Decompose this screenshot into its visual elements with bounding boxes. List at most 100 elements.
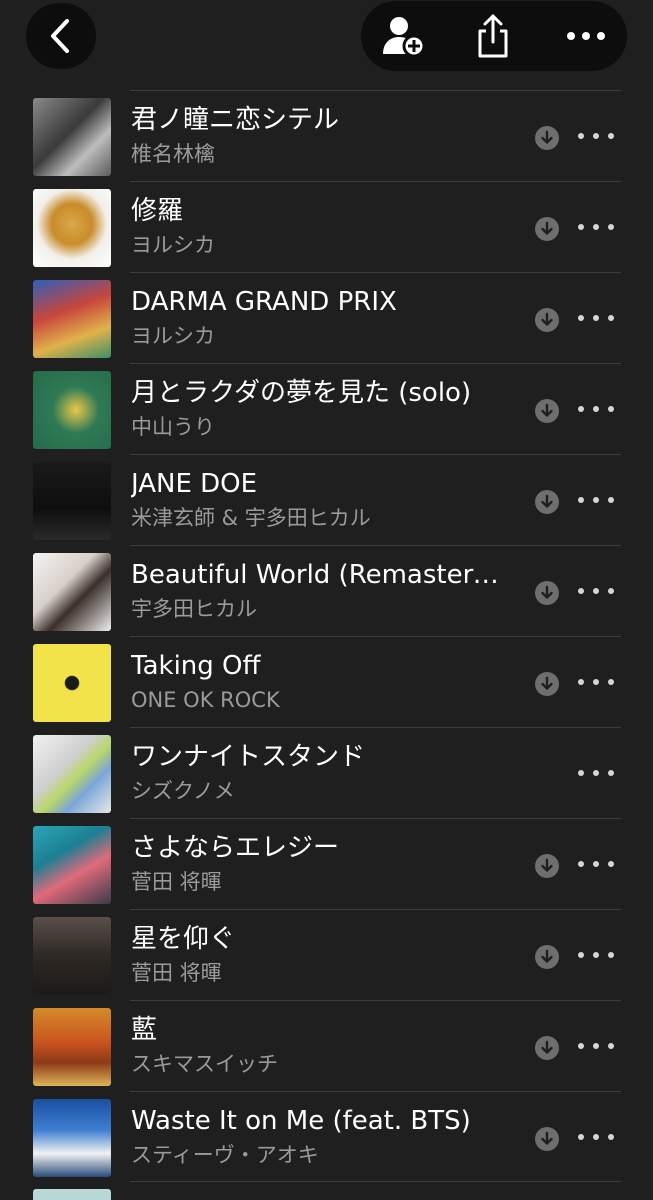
row-separator xyxy=(130,727,621,728)
song-list: 君ノ瞳ニ恋シテル 椎名林檎 修羅 ヨルシカ DARMA GRAND PRIX ヨ… xyxy=(0,90,653,1182)
album-art xyxy=(33,280,111,358)
row-more-button[interactable] xyxy=(578,943,614,967)
song-title: ワンナイトスタンド xyxy=(131,742,366,772)
song-artist: ヨルシカ xyxy=(131,324,215,348)
song-row[interactable]: ワンナイトスタンド シズクノメ xyxy=(0,727,653,818)
chevron-left-icon xyxy=(51,19,69,53)
row-more-button[interactable] xyxy=(578,397,614,421)
ellipsis-icon xyxy=(578,1043,584,1049)
song-row[interactable]: Beautiful World (Remastere... 宇多田ヒカル xyxy=(0,545,653,636)
album-art xyxy=(33,735,111,813)
ellipsis-icon xyxy=(608,952,614,958)
more-options-button[interactable] xyxy=(551,1,621,71)
download-button[interactable] xyxy=(535,217,559,241)
row-more-button[interactable] xyxy=(578,761,614,785)
download-icon xyxy=(535,308,559,332)
row-more-button[interactable] xyxy=(578,124,614,148)
song-row[interactable]: 修羅 ヨルシカ xyxy=(0,181,653,272)
ellipsis-icon xyxy=(593,588,599,594)
download-button[interactable] xyxy=(535,945,559,969)
song-artist: スキマスイッチ xyxy=(131,1052,278,1076)
song-row[interactable]: 君ノ瞳ニ恋シテル 椎名林檎 xyxy=(0,90,653,181)
album-art-thumbnail[interactable] xyxy=(33,1189,111,1200)
download-button[interactable] xyxy=(535,308,559,332)
person-add-icon xyxy=(383,17,426,58)
row-more-button[interactable] xyxy=(578,306,614,330)
row-more-button[interactable] xyxy=(578,1034,614,1058)
download-button[interactable] xyxy=(535,126,559,150)
ellipsis-icon xyxy=(578,133,584,139)
back-button[interactable] xyxy=(26,3,96,69)
ellipsis-icon xyxy=(608,315,614,321)
download-button[interactable] xyxy=(535,1036,559,1060)
ellipsis-icon xyxy=(578,224,584,230)
album-art xyxy=(33,462,111,540)
row-more-button[interactable] xyxy=(578,1125,614,1149)
song-artist: ヨルシカ xyxy=(131,233,215,257)
song-title: 藍 xyxy=(131,1015,158,1045)
download-icon xyxy=(535,854,559,878)
ellipsis-icon xyxy=(593,770,599,776)
download-button[interactable] xyxy=(535,854,559,878)
ellipsis-icon xyxy=(608,224,614,230)
row-separator xyxy=(130,909,621,910)
share-button[interactable] xyxy=(458,1,528,71)
song-row[interactable]: DARMA GRAND PRIX ヨルシカ xyxy=(0,272,653,363)
row-more-button[interactable] xyxy=(578,852,614,876)
song-artist: 菅田 将暉 xyxy=(131,961,222,985)
download-icon xyxy=(535,490,559,514)
add-friend-button[interactable] xyxy=(369,1,439,71)
ellipsis-icon xyxy=(578,315,584,321)
download-button[interactable] xyxy=(535,399,559,423)
album-art xyxy=(33,98,111,176)
ellipsis-icon xyxy=(593,133,599,139)
song-row[interactable]: 月とラクダの夢を見た (solo) 中山うり xyxy=(0,363,653,454)
song-row[interactable]: 星を仰ぐ 菅田 将暉 xyxy=(0,909,653,1000)
ellipsis-icon xyxy=(608,588,614,594)
album-art xyxy=(33,826,111,904)
ellipsis-icon xyxy=(608,1134,614,1140)
row-more-button[interactable] xyxy=(578,488,614,512)
album-art xyxy=(33,1099,111,1177)
song-row[interactable]: 藍 スキマスイッチ xyxy=(0,1000,653,1091)
row-separator xyxy=(130,636,621,637)
ellipsis-icon xyxy=(608,861,614,867)
download-button[interactable] xyxy=(535,490,559,514)
song-title: さよならエレジー xyxy=(131,833,340,863)
song-row[interactable]: Taking Off ONE OK ROCK xyxy=(0,636,653,727)
row-separator xyxy=(130,1181,621,1182)
ellipsis-icon xyxy=(593,861,599,867)
row-more-button[interactable] xyxy=(578,579,614,603)
download-icon xyxy=(535,945,559,969)
ellipsis-icon xyxy=(578,1134,584,1140)
ellipsis-icon xyxy=(593,679,599,685)
song-row[interactable]: JANE DOE 米津玄師 & 宇多田ヒカル xyxy=(0,454,653,545)
album-art xyxy=(33,1008,111,1086)
ellipsis-icon xyxy=(593,1043,599,1049)
ellipsis-icon xyxy=(567,32,605,40)
download-button[interactable] xyxy=(535,581,559,605)
row-separator xyxy=(130,181,621,182)
ellipsis-icon xyxy=(608,497,614,503)
song-title: 修羅 xyxy=(131,196,184,226)
toolbar-pill xyxy=(361,1,627,71)
download-button[interactable] xyxy=(535,1127,559,1151)
song-title: Waste It on Me (feat. BTS) xyxy=(131,1106,471,1136)
song-row[interactable]: Waste It on Me (feat. BTS) スティーヴ・アオキ xyxy=(0,1091,653,1182)
ellipsis-icon xyxy=(578,861,584,867)
row-more-button[interactable] xyxy=(578,215,614,239)
row-more-button[interactable] xyxy=(578,670,614,694)
download-icon xyxy=(535,581,559,605)
song-title: 君ノ瞳ニ恋シテル xyxy=(131,105,340,135)
ellipsis-icon xyxy=(593,224,599,230)
row-separator xyxy=(130,818,621,819)
song-artist: シズクノメ xyxy=(131,779,235,803)
song-row[interactable]: さよならエレジー 菅田 将暉 xyxy=(0,818,653,909)
song-artist: 宇多田ヒカル xyxy=(131,597,257,621)
ellipsis-icon xyxy=(593,315,599,321)
download-button[interactable] xyxy=(535,672,559,696)
song-artist: 米津玄師 & 宇多田ヒカル xyxy=(131,506,371,530)
ellipsis-icon xyxy=(608,133,614,139)
download-icon xyxy=(535,1036,559,1060)
ellipsis-icon xyxy=(578,679,584,685)
